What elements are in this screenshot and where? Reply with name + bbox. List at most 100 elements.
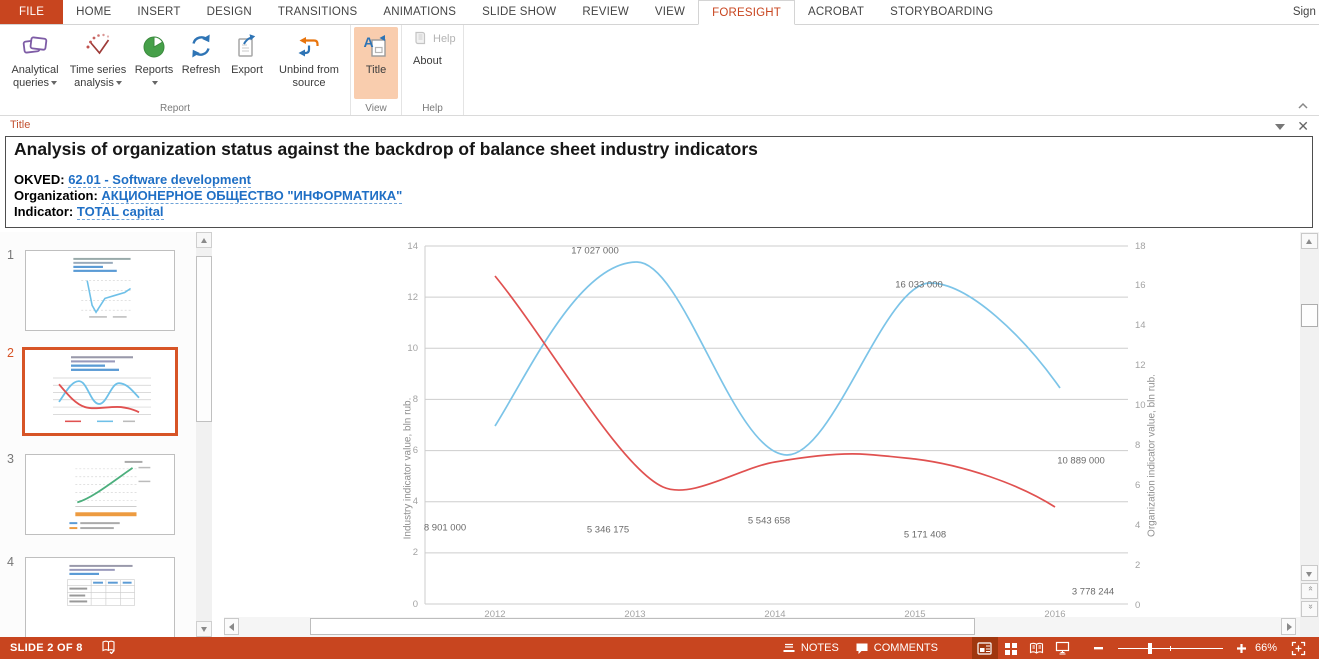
- svg-text:A: A: [364, 34, 374, 50]
- spell-check-button[interactable]: [101, 639, 116, 657]
- title-pane-close-icon[interactable]: ✕: [1297, 118, 1309, 134]
- chart-labels-layer: 0246810121402468101214161820122013201420…: [224, 232, 1300, 617]
- right-axis-tick: 2: [1135, 560, 1140, 571]
- chart-data-label: 16 033 000: [895, 280, 943, 291]
- scroll-down-button[interactable]: [1301, 565, 1318, 581]
- title-pane-dropdown-icon[interactable]: [1275, 124, 1285, 130]
- comments-icon: [855, 642, 869, 655]
- x-axis-tick: 2012: [475, 609, 515, 617]
- fit-slide-to-window-button[interactable]: [1285, 637, 1311, 659]
- time-series-analysis-button[interactable]: Time series analysis: [66, 27, 130, 99]
- help-button[interactable]: Help: [408, 29, 461, 49]
- ribbon-tab-file[interactable]: FILE: [0, 0, 63, 24]
- organization-label: Organization:: [14, 188, 98, 203]
- x-axis-tick: 2015: [895, 609, 935, 617]
- status-bar: SLIDE 2 OF 8 NOTES COMMENTS: [0, 637, 1319, 659]
- previous-slide-button[interactable]: [1301, 583, 1318, 599]
- scroll-right-button[interactable]: [1281, 618, 1296, 635]
- slide-show-button[interactable]: [1050, 637, 1076, 659]
- ribbon-tab-transitions[interactable]: TRANSITIONS: [265, 0, 371, 24]
- zoom-slider[interactable]: [1112, 648, 1229, 649]
- title-toggle-button[interactable]: A Title: [354, 27, 398, 99]
- ribbon-tab-home[interactable]: HOME: [63, 0, 124, 24]
- zoom-in-button[interactable]: [1233, 637, 1251, 659]
- thumbnail-scrollbar-thumb[interactable]: [196, 256, 212, 422]
- right-axis-tick: 18: [1135, 241, 1146, 252]
- slide-thumbnail-panel: 1 2: [0, 232, 196, 637]
- okved-link[interactable]: 62.01 - Software development: [68, 172, 251, 188]
- scroll-left-button[interactable]: [224, 618, 239, 635]
- report-title: Analysis of organization status against …: [14, 139, 1304, 160]
- thumbnail-scroll-up-button[interactable]: [196, 232, 212, 248]
- horizontal-scrollbar-thumb[interactable]: [310, 618, 975, 635]
- notes-button[interactable]: NOTES: [774, 637, 847, 659]
- arrow-up-icon: [201, 238, 207, 243]
- slide-thumbnail-1[interactable]: [25, 250, 175, 331]
- about-button[interactable]: About: [408, 51, 461, 71]
- slide-canvas[interactable]: 0246810121402468101214161820122013201420…: [224, 232, 1300, 617]
- ribbon-tab-design[interactable]: DESIGN: [194, 0, 265, 24]
- normal-view-button[interactable]: [972, 637, 998, 659]
- indicator-link[interactable]: TOTAL capital: [77, 204, 164, 220]
- chart-data-label: 5 346 175: [587, 525, 629, 536]
- plus-icon: [1237, 644, 1246, 653]
- vertical-scrollbar-thumb[interactable]: [1301, 304, 1318, 327]
- sign-in-link[interactable]: Sign in: [1293, 0, 1319, 24]
- ribbon-tab-view[interactable]: VIEW: [642, 0, 698, 24]
- analytical-queries-button[interactable]: Analytical queries: [4, 27, 66, 99]
- ribbon-tab-insert[interactable]: INSERT: [124, 0, 193, 24]
- indicator-label: Indicator:: [14, 204, 73, 219]
- title-pane-content: Analysis of organization status against …: [5, 136, 1313, 228]
- zoom-out-button[interactable]: [1090, 637, 1108, 659]
- help-book-icon: [413, 30, 429, 49]
- reading-view-button[interactable]: [1024, 637, 1050, 659]
- right-axis-tick: 10: [1135, 400, 1146, 411]
- thumbnail-scroll-down-button[interactable]: [196, 621, 212, 637]
- ribbon-tab-storyboarding[interactable]: STORYBOARDING: [877, 0, 1006, 24]
- comments-button[interactable]: COMMENTS: [847, 637, 946, 659]
- normal-view-icon: [977, 642, 992, 655]
- slide-sorter-view-button[interactable]: [998, 637, 1024, 659]
- unbind-from-source-button[interactable]: Unbind from source: [270, 27, 348, 99]
- ribbon-tab-slide-show[interactable]: SLIDE SHOW: [469, 0, 569, 24]
- scroll-up-button[interactable]: [1301, 233, 1318, 249]
- right-axis-tick: 6: [1135, 480, 1140, 491]
- ribbon-tab-animations[interactable]: ANIMATIONS: [370, 0, 469, 24]
- right-axis-tick: 16: [1135, 280, 1146, 291]
- right-axis-tick: 4: [1135, 520, 1140, 531]
- ribbon-tab-acrobat[interactable]: ACROBAT: [795, 0, 877, 24]
- title-label: Title: [366, 64, 386, 76]
- slide-thumbnail-2[interactable]: [22, 347, 178, 436]
- chart-data-label: 5 171 408: [904, 530, 946, 541]
- slide-number-2: 2: [7, 346, 14, 360]
- thumbnail-scrollbar: [196, 232, 212, 637]
- unbind-icon: [294, 31, 324, 61]
- ribbon: Analytical queries Time series analysis …: [0, 25, 1319, 116]
- comments-label: COMMENTS: [874, 642, 938, 654]
- zoom-slider-midpoint: [1170, 646, 1171, 651]
- right-axis-tick: 12: [1135, 360, 1146, 371]
- refresh-button[interactable]: Refresh: [178, 27, 224, 99]
- zoom-slider-handle[interactable]: [1148, 643, 1152, 654]
- reports-button[interactable]: Reports: [130, 27, 178, 99]
- chart-data-label: 10 889 000: [1057, 456, 1105, 467]
- right-axis-title: Organization indicator value, bln rub.: [1147, 336, 1158, 576]
- left-axis-title: Industry indicator value, bln rub.: [403, 349, 414, 589]
- ribbon-tab-review[interactable]: REVIEW: [569, 0, 642, 24]
- zoom-percentage[interactable]: 66%: [1255, 642, 1277, 654]
- organization-link[interactable]: АКЦИОНЕРНОЕ ОБЩЕСТВО "ИНФОРМАТИКА": [101, 188, 402, 204]
- ribbon-tab-foresight[interactable]: FORESIGHT: [698, 0, 795, 25]
- x-axis-tick: 2014: [755, 609, 795, 617]
- left-axis-tick: 14: [388, 241, 418, 252]
- slide-thumbnail-4[interactable]: [25, 557, 175, 638]
- collapse-ribbon-button[interactable]: [1296, 99, 1310, 111]
- reports-pie-icon: [139, 31, 169, 61]
- title-icon: A: [361, 31, 391, 61]
- analytical-queries-icon: [20, 31, 50, 61]
- next-slide-button[interactable]: [1301, 601, 1318, 617]
- horizontal-scrollbar: [224, 617, 1300, 637]
- slide-number-4: 4: [7, 555, 14, 569]
- export-button[interactable]: Export: [224, 27, 270, 99]
- zoom-slider-track[interactable]: [1118, 648, 1223, 649]
- slide-thumbnail-3[interactable]: [25, 454, 175, 535]
